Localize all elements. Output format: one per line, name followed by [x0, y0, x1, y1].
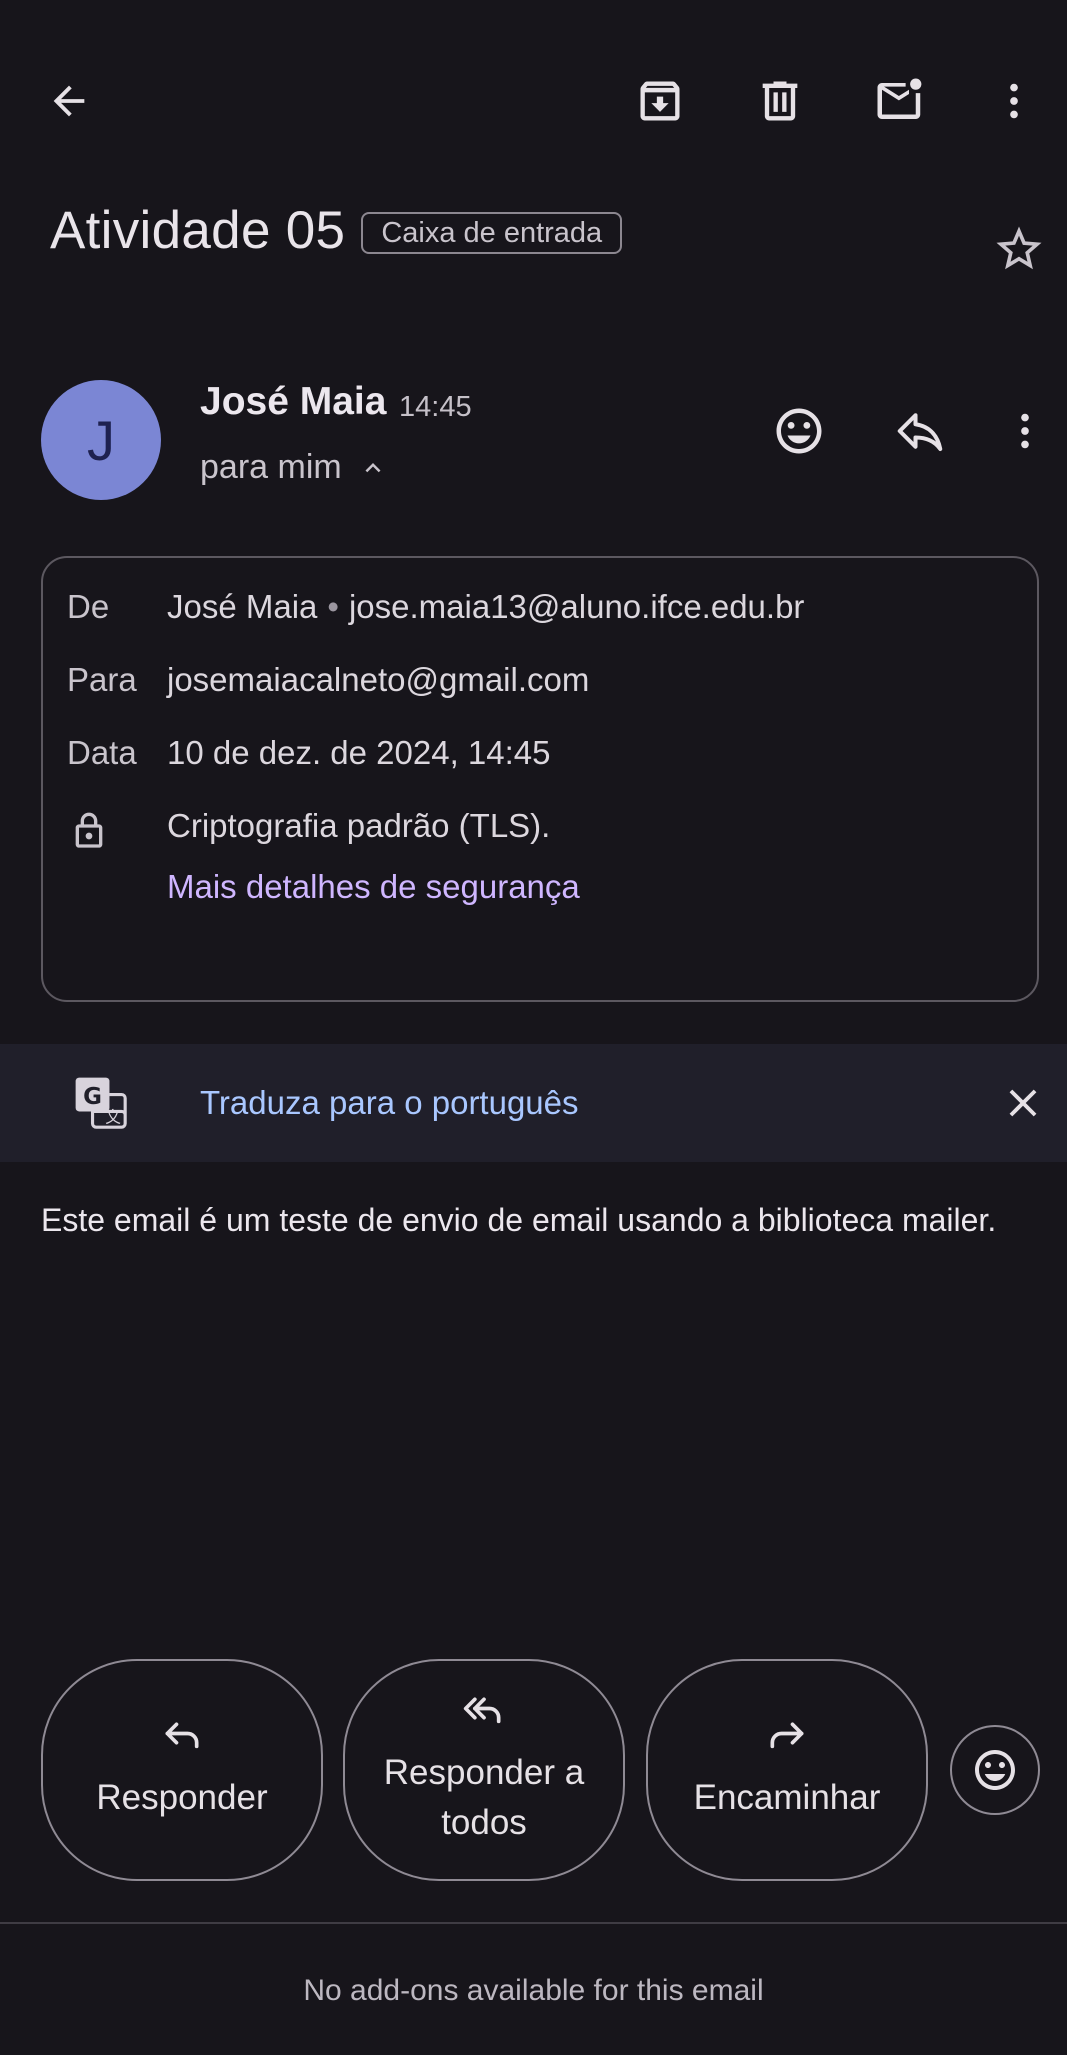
- to-label: Para: [67, 661, 137, 698]
- delete-button[interactable]: [747, 68, 813, 134]
- reply-icon: [897, 413, 943, 452]
- more-vert-icon: [1021, 413, 1029, 449]
- trash-icon: [762, 81, 798, 121]
- more-vert-icon: [1010, 83, 1018, 119]
- footer-divider: [0, 1922, 1067, 1924]
- star-icon: [996, 226, 1042, 270]
- svg-text:G: G: [83, 1084, 102, 1110]
- archive-icon: [640, 81, 680, 121]
- sender-time: 14:45: [399, 391, 472, 423]
- reply-all-icon: [463, 1697, 501, 1724]
- date-value: 10 de dez. de 2024, 14:45: [167, 734, 551, 771]
- forward-label: Encaminhar: [693, 1778, 881, 1817]
- lock-icon: [75, 812, 103, 848]
- translate-link[interactable]: Traduza para o português: [200, 1084, 579, 1122]
- to-email[interactable]: josemaiacalneto@gmail.com: [167, 661, 589, 699]
- from-label: De: [67, 588, 110, 625]
- back-button[interactable]: [36, 68, 102, 134]
- addons-note: No add-ons available for this email: [303, 1974, 764, 2007]
- encryption-text: Criptografia padrão (TLS).: [167, 807, 551, 844]
- email-body: Este email é um teste de envio de email …: [41, 1202, 997, 1238]
- separator-dot: •: [327, 588, 339, 625]
- email-view-screen: Atividade 05 Caixa de entrada J José Mai…: [0, 0, 1067, 2055]
- message-more-button[interactable]: [992, 398, 1058, 464]
- from-email[interactable]: jose.maia13@aluno.ifce.edu.br: [349, 588, 804, 626]
- recipient-summary: para mim: [200, 448, 342, 486]
- to-row: Para josemaiacalneto@gmail.com: [67, 661, 589, 699]
- emoji-icon: [975, 1750, 1015, 1790]
- from-row: De José Maia • jose.maia13@aluno.ifce.ed…: [67, 588, 804, 626]
- close-icon: [1009, 1089, 1037, 1117]
- forward-icon: [770, 1722, 804, 1749]
- recipient-toggle[interactable]: para mim: [200, 448, 388, 487]
- subject-row: Atividade 05 Caixa de entrada: [50, 200, 623, 261]
- from-name: José Maia: [167, 588, 318, 625]
- translate-icon: G 文: [75, 1077, 127, 1129]
- lock-icon-wrap: [67, 807, 167, 859]
- reply-icon: [165, 1722, 199, 1749]
- reply-all-label: Responder a todos: [383, 1753, 585, 1842]
- chevron-up-icon: [365, 462, 381, 472]
- security-details-link[interactable]: Mais detalhes de segurança: [167, 868, 580, 906]
- avatar[interactable]: J: [41, 380, 161, 500]
- email-subject: Atividade 05: [50, 201, 346, 260]
- reply-label: Responder: [96, 1778, 268, 1817]
- archive-button[interactable]: [627, 68, 693, 134]
- more-options-button[interactable]: [981, 68, 1047, 134]
- inbox-label-chip[interactable]: Caixa de entrada: [361, 211, 623, 254]
- close-translate-button[interactable]: [992, 1072, 1054, 1134]
- translate-banner: G 文 Traduza para o português: [0, 1044, 1067, 1162]
- add-reaction-button[interactable]: [766, 398, 832, 464]
- svg-text:文: 文: [105, 1107, 121, 1126]
- encryption-row: Criptografia padrão (TLS).: [67, 807, 550, 859]
- sender-name: José Maia: [200, 380, 387, 423]
- arrow-back-icon: [53, 85, 85, 117]
- mark-unread-button[interactable]: [867, 68, 933, 134]
- forward-button[interactable]: Encaminhar: [646, 1659, 928, 1881]
- emoji-reaction-button[interactable]: [950, 1725, 1040, 1815]
- star-button[interactable]: [990, 220, 1048, 278]
- date-row: Data 10 de dez. de 2024, 14:45: [67, 734, 551, 772]
- top-app-bar: [0, 0, 1067, 200]
- translate-icon-wrap: G 文: [70, 1072, 132, 1134]
- date-label: Data: [67, 734, 137, 771]
- reply-all-button[interactable]: Responder a todos: [343, 1659, 625, 1881]
- emoji-icon: [776, 408, 822, 454]
- reply-button[interactable]: Responder: [41, 1659, 323, 1881]
- message-details-card: De José Maia • jose.maia13@aluno.ifce.ed…: [41, 556, 1039, 1002]
- reply-button-header[interactable]: [887, 398, 953, 464]
- mark-unread-icon: [877, 78, 922, 119]
